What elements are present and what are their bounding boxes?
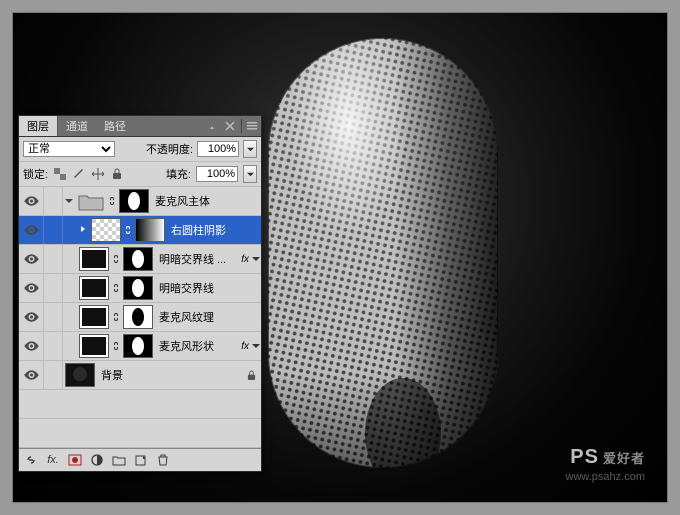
panel-menu-icon[interactable] (241, 119, 259, 133)
layer-row-group[interactable]: 麦克风主体 (19, 187, 261, 216)
layer-thumb[interactable] (79, 247, 109, 271)
lock-fill-row: 锁定: 填充: (19, 162, 261, 187)
clip-indicator-icon (77, 226, 89, 234)
link-cell (44, 216, 63, 244)
blend-mode-select[interactable]: 正常 (23, 141, 115, 157)
layer-name[interactable]: 背景 (101, 367, 245, 383)
visibility-toggle[interactable] (19, 216, 44, 244)
layer-name[interactable]: 明暗交界线 ... (159, 251, 241, 267)
visibility-toggle[interactable] (19, 303, 44, 331)
visibility-toggle[interactable] (19, 187, 44, 215)
layer-mask-thumb[interactable] (135, 218, 165, 242)
panel-footer: fx. (19, 448, 261, 471)
disclosure-icon[interactable] (63, 197, 75, 205)
lock-pixels-icon[interactable] (72, 167, 86, 181)
mask-link-icon[interactable] (111, 254, 121, 264)
layer-name[interactable]: 麦克风纹理 (159, 309, 261, 325)
layer-mask-thumb[interactable] (123, 334, 153, 358)
folder-icon (77, 190, 105, 212)
link-cell (44, 332, 63, 360)
layer-mask-thumb[interactable] (119, 189, 149, 213)
collapse-icon[interactable] (205, 119, 219, 133)
panel-tab-bar: 图层 通道 路径 (19, 116, 261, 137)
visibility-toggle[interactable] (19, 274, 44, 302)
fx-badge[interactable]: fx (241, 254, 249, 265)
layer-name[interactable]: 明暗交界线 (159, 280, 261, 296)
delete-layer-icon[interactable] (155, 452, 171, 468)
link-cell (44, 245, 63, 273)
layer-name[interactable]: 右圆柱阴影 (171, 222, 261, 238)
fill-label: 填充: (166, 166, 191, 182)
layer-name[interactable]: 麦克风主体 (155, 193, 261, 209)
tab-layers[interactable]: 图层 (19, 116, 58, 136)
layer-thumb[interactable] (79, 305, 109, 329)
link-cell (44, 187, 63, 215)
empty-row (19, 390, 261, 419)
lock-icon (245, 370, 257, 381)
link-cell (44, 361, 63, 389)
layer-row-boundary1[interactable]: 明暗交界线 (19, 274, 261, 303)
adjustment-layer-icon[interactable] (89, 452, 105, 468)
mask-link-icon[interactable] (111, 341, 121, 351)
layer-mask-icon[interactable] (67, 452, 83, 468)
close-icon[interactable] (223, 119, 237, 133)
new-group-icon[interactable] (111, 452, 127, 468)
link-cell (44, 303, 63, 331)
layer-thumb[interactable] (65, 363, 95, 387)
visibility-toggle[interactable] (19, 332, 44, 360)
link-cell (44, 274, 63, 302)
link-layers-icon[interactable] (23, 452, 39, 468)
layer-row-shape[interactable]: 麦克风形状fx (19, 332, 261, 361)
visibility-toggle[interactable] (19, 245, 44, 273)
mask-link-icon[interactable] (111, 312, 121, 322)
lock-position-icon[interactable] (91, 167, 105, 181)
layer-style-icon[interactable]: fx. (45, 452, 61, 468)
opacity-flyout-icon[interactable] (243, 140, 257, 158)
blend-opacity-row: 正常 不透明度: (19, 137, 261, 162)
layer-mask-thumb[interactable] (123, 247, 153, 271)
layer-row-boundary2[interactable]: 明暗交界线 ...fx (19, 245, 261, 274)
layer-thumb[interactable] (91, 218, 121, 242)
mask-link-icon[interactable] (111, 283, 121, 293)
fill-input[interactable] (196, 166, 238, 182)
mask-link-icon[interactable] (123, 225, 133, 235)
fx-badge[interactable]: fx (241, 341, 249, 352)
lock-all-icon[interactable] (110, 167, 124, 181)
tab-channels[interactable]: 通道 (58, 116, 96, 136)
visibility-toggle[interactable] (19, 361, 44, 389)
layer-row-shadow[interactable]: 右圆柱阴影 (19, 216, 261, 245)
layer-row-bg[interactable]: 背景 (19, 361, 261, 390)
layer-thumb[interactable] (79, 276, 109, 300)
opacity-input[interactable] (197, 141, 239, 157)
fx-expand-icon[interactable] (251, 342, 261, 350)
fill-flyout-icon[interactable] (243, 165, 257, 183)
lock-label: 锁定: (23, 166, 48, 182)
layer-name[interactable]: 麦克风形状 (159, 338, 241, 354)
fx-expand-icon[interactable] (251, 255, 261, 263)
empty-row (19, 419, 261, 448)
layers-list: 麦克风主体右圆柱阴影明暗交界线 ...fx明暗交界线麦克风纹理麦克风形状fx背景 (19, 187, 261, 390)
microphone-artwork (268, 38, 498, 468)
layer-thumb[interactable] (79, 334, 109, 358)
layer-mask-thumb[interactable] (123, 305, 153, 329)
lock-transparency-icon[interactable] (53, 167, 67, 181)
layer-row-texture[interactable]: 麦克风纹理 (19, 303, 261, 332)
new-layer-icon[interactable] (133, 452, 149, 468)
layer-mask-thumb[interactable] (123, 276, 153, 300)
tab-paths[interactable]: 路径 (96, 116, 134, 136)
layers-panel: 图层 通道 路径 正常 不透明度: 锁定: 填充: (18, 115, 262, 472)
opacity-label: 不透明度: (146, 141, 193, 157)
mask-link-icon[interactable] (107, 196, 117, 206)
